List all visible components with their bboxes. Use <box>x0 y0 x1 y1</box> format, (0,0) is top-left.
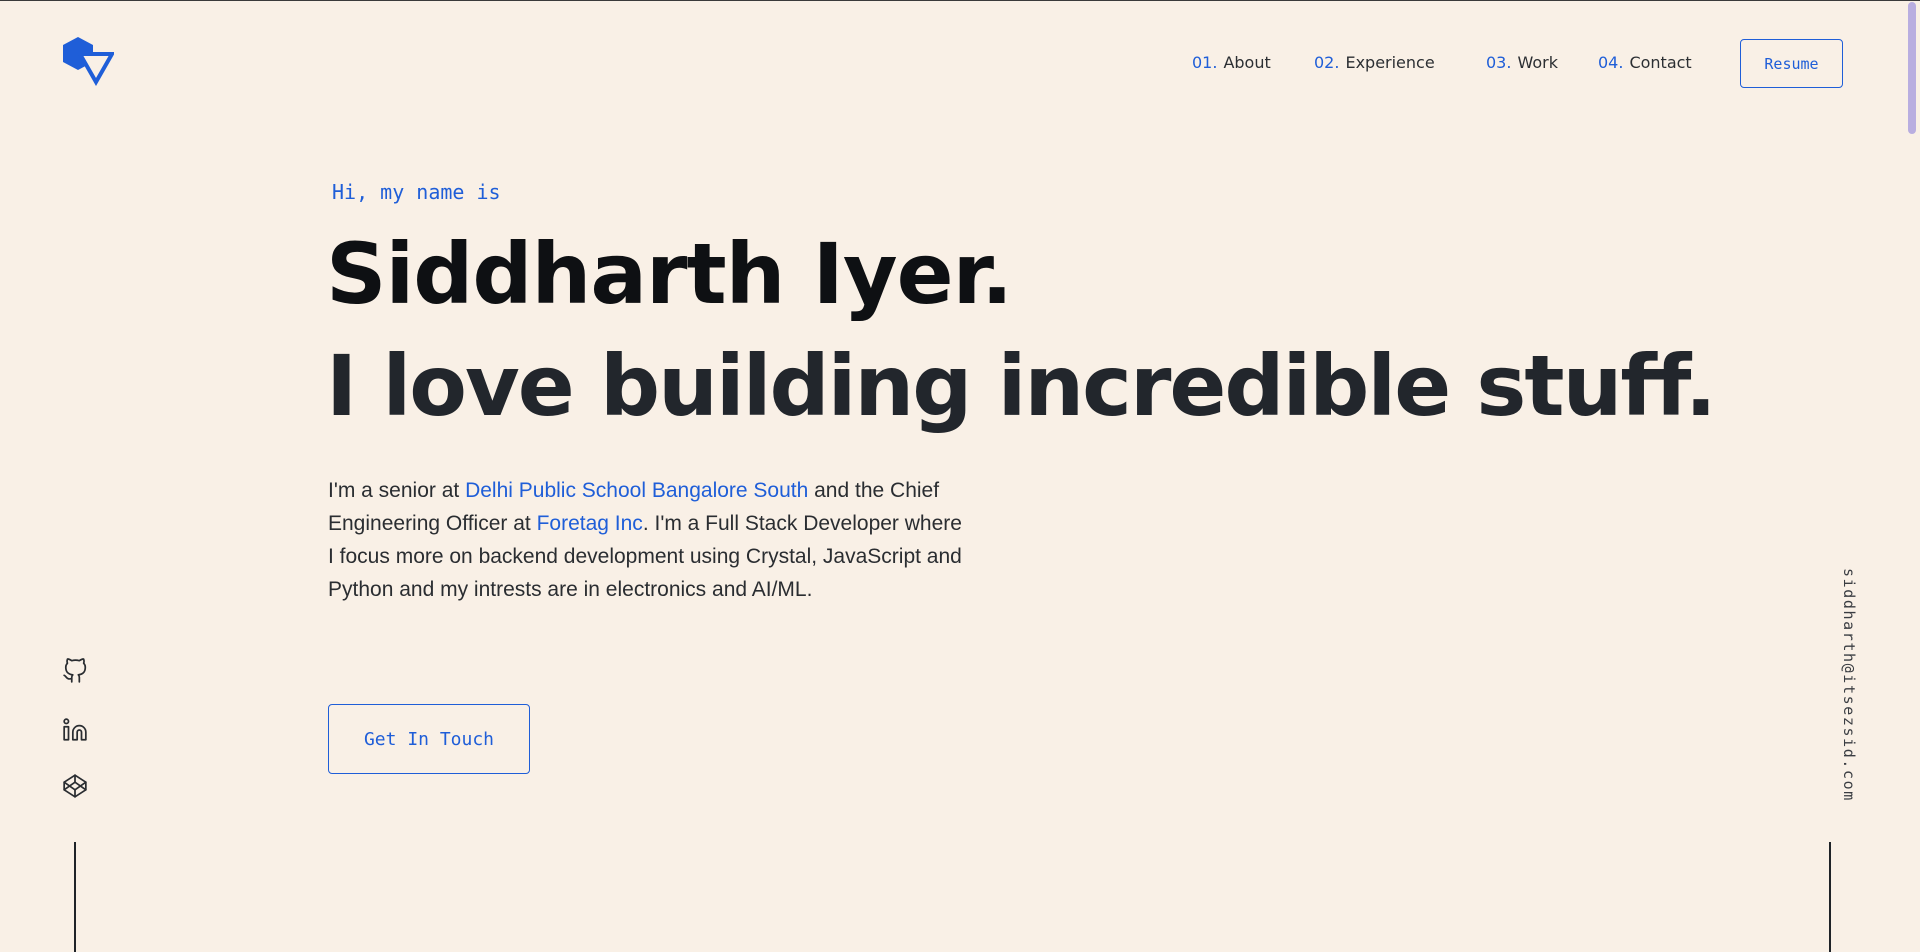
email-link[interactable]: siddharth@itsezsid.com <box>1840 568 1858 802</box>
right-sidebar-line <box>1829 842 1831 952</box>
nav-label: About <box>1223 53 1271 72</box>
hero-greeting: Hi, my name is <box>332 180 501 204</box>
nav-number: 03. <box>1486 53 1512 72</box>
nav-item-about[interactable]: 01. About <box>1192 53 1271 72</box>
nav-item-work[interactable]: 03. Work <box>1486 53 1558 72</box>
nav-item-contact[interactable]: 04. Contact <box>1598 53 1692 72</box>
get-in-touch-button[interactable]: Get In Touch <box>328 704 530 774</box>
nav-label: Contact <box>1629 53 1692 72</box>
nav-number: 04. <box>1598 53 1624 72</box>
hero-name: Siddharth Iyer. <box>326 225 1013 323</box>
nav-label: Experience <box>1345 53 1435 72</box>
nav-number: 01. <box>1192 53 1218 72</box>
linkedin-icon[interactable] <box>61 716 89 744</box>
nav-number: 02. <box>1314 53 1340 72</box>
hero-bio: I'm a senior at Delhi Public School Bang… <box>328 474 968 606</box>
codepen-icon[interactable] <box>61 772 89 800</box>
hexagon-triangle-logo-icon[interactable] <box>60 36 116 87</box>
left-sidebar-line <box>74 842 76 952</box>
scrollbar-track[interactable] <box>1906 0 1920 952</box>
resume-button[interactable]: Resume <box>1740 39 1843 88</box>
nav-label: Work <box>1517 53 1558 72</box>
company-link[interactable]: Foretag Inc <box>537 512 643 535</box>
bio-text: I'm a senior at <box>328 479 466 502</box>
top-border <box>0 0 1920 1</box>
github-icon[interactable] <box>61 657 89 685</box>
nav-item-experience[interactable]: 02. Experience <box>1314 53 1435 72</box>
scrollbar-thumb[interactable] <box>1908 2 1916 134</box>
school-link[interactable]: Delhi Public School Bangalore South <box>465 479 808 502</box>
hero-tagline: I love building incredible stuff. <box>326 337 1717 435</box>
